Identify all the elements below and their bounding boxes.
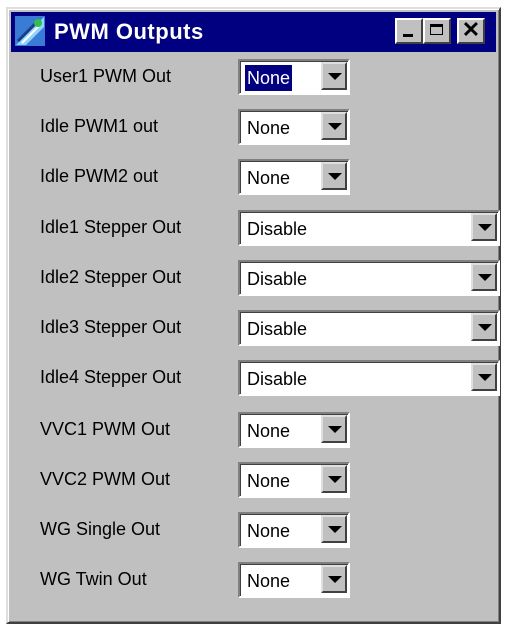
pwm-outputs-window: PWM Outputs ✕ User1 PWM Out None Idle PW… — [6, 7, 501, 624]
vvc2-pwm-out-select[interactable]: None — [238, 462, 350, 498]
idle1-stepper-out-dropdown-button[interactable] — [471, 213, 497, 241]
row-idle-pwm2-out: Idle PWM2 out None — [8, 156, 499, 196]
wg-twin-out-dropdown-button[interactable] — [321, 565, 347, 593]
idle3-stepper-out-dropdown-button[interactable] — [471, 313, 497, 341]
idle4-stepper-out-select[interactable]: Disable — [238, 360, 500, 396]
row-user1-pwm-out: User1 PWM Out None — [8, 56, 499, 96]
vvc2-pwm-out-label: VVC2 PWM Out — [40, 469, 171, 489]
wg-single-out-value: None — [247, 521, 291, 541]
idle-pwm2-out-select[interactable]: None — [238, 159, 350, 195]
chevron-down-icon — [478, 324, 492, 331]
row-vvc1-pwm-out: VVC1 PWM Out None — [8, 409, 499, 449]
row-wg-single-out: WG Single Out None — [8, 509, 499, 549]
close-icon: ✕ — [461, 17, 481, 42]
wg-single-out-select[interactable]: None — [238, 512, 350, 548]
minimize-icon — [403, 34, 413, 37]
chevron-down-icon — [328, 123, 342, 130]
vvc1-pwm-out-value: None — [247, 421, 291, 441]
wg-twin-out-value: None — [247, 571, 291, 591]
chevron-down-icon — [328, 576, 342, 583]
app-icon — [15, 16, 45, 46]
chevron-down-icon — [478, 374, 492, 381]
row-idle3-stepper-out: Idle3 Stepper Out Disable — [8, 307, 500, 347]
chevron-down-icon — [478, 224, 492, 231]
user1-pwm-out-select[interactable]: None — [238, 59, 350, 95]
wg-single-out-label: WG Single Out — [40, 519, 161, 539]
row-wg-twin-out: WG Twin Out None — [8, 559, 499, 599]
idle4-stepper-out-value: Disable — [247, 369, 308, 389]
title-bar[interactable]: PWM Outputs ✕ — [11, 12, 496, 52]
chevron-down-icon — [328, 526, 342, 533]
row-idle-pwm1-out: Idle PWM1 out None — [8, 106, 499, 146]
idle-pwm1-out-select[interactable]: None — [238, 109, 350, 145]
idle3-stepper-out-value: Disable — [247, 319, 308, 339]
user1-pwm-out-value: None — [243, 64, 294, 92]
idle-pwm2-out-dropdown-button[interactable] — [321, 162, 347, 190]
idle2-stepper-out-value: Disable — [247, 269, 308, 289]
vvc1-pwm-out-select[interactable]: None — [238, 412, 350, 448]
chevron-down-icon — [328, 73, 342, 80]
maximize-icon — [430, 24, 443, 35]
idle3-stepper-out-select[interactable]: Disable — [238, 310, 500, 346]
row-idle4-stepper-out: Idle4 Stepper Out Disable — [8, 357, 500, 397]
user1-pwm-out-label: User1 PWM Out — [40, 66, 172, 86]
vvc1-pwm-out-dropdown-button[interactable] — [321, 415, 347, 443]
close-button[interactable]: ✕ — [457, 18, 485, 44]
idle4-stepper-out-dropdown-button[interactable] — [471, 363, 497, 391]
vvc2-pwm-out-value: None — [247, 471, 291, 491]
window-title: PWM Outputs — [54, 19, 204, 44]
idle3-stepper-out-label: Idle3 Stepper Out — [40, 317, 182, 337]
wg-twin-out-select[interactable]: None — [238, 562, 350, 598]
idle-pwm1-out-value: None — [247, 118, 291, 138]
maximize-button[interactable] — [423, 18, 451, 44]
user1-pwm-out-dropdown-button[interactable] — [321, 62, 347, 90]
row-idle1-stepper-out: Idle1 Stepper Out Disable — [8, 207, 500, 247]
wg-single-out-dropdown-button[interactable] — [321, 515, 347, 543]
row-idle2-stepper-out: Idle2 Stepper Out Disable — [8, 257, 500, 297]
idle2-stepper-out-label: Idle2 Stepper Out — [40, 267, 182, 287]
chevron-down-icon — [328, 476, 342, 483]
minimize-button[interactable] — [395, 18, 423, 44]
idle2-stepper-out-select[interactable]: Disable — [238, 260, 500, 296]
idle-pwm1-out-dropdown-button[interactable] — [321, 112, 347, 140]
row-vvc2-pwm-out: VVC2 PWM Out None — [8, 459, 499, 499]
chevron-down-icon — [328, 173, 342, 180]
idle2-stepper-out-dropdown-button[interactable] — [471, 263, 497, 291]
idle1-stepper-out-value: Disable — [247, 219, 308, 239]
idle1-stepper-out-label: Idle1 Stepper Out — [40, 217, 182, 237]
idle-pwm2-out-value: None — [247, 168, 291, 188]
idle1-stepper-out-select[interactable]: Disable — [238, 210, 500, 246]
idle-pwm1-out-label: Idle PWM1 out — [40, 116, 159, 136]
idle4-stepper-out-label: Idle4 Stepper Out — [40, 367, 182, 387]
chevron-down-icon — [478, 274, 492, 281]
wg-twin-out-label: WG Twin Out — [40, 569, 147, 589]
vvc2-pwm-out-dropdown-button[interactable] — [321, 465, 347, 493]
idle-pwm2-out-label: Idle PWM2 out — [40, 166, 159, 186]
vvc1-pwm-out-label: VVC1 PWM Out — [40, 419, 171, 439]
chevron-down-icon — [328, 426, 342, 433]
